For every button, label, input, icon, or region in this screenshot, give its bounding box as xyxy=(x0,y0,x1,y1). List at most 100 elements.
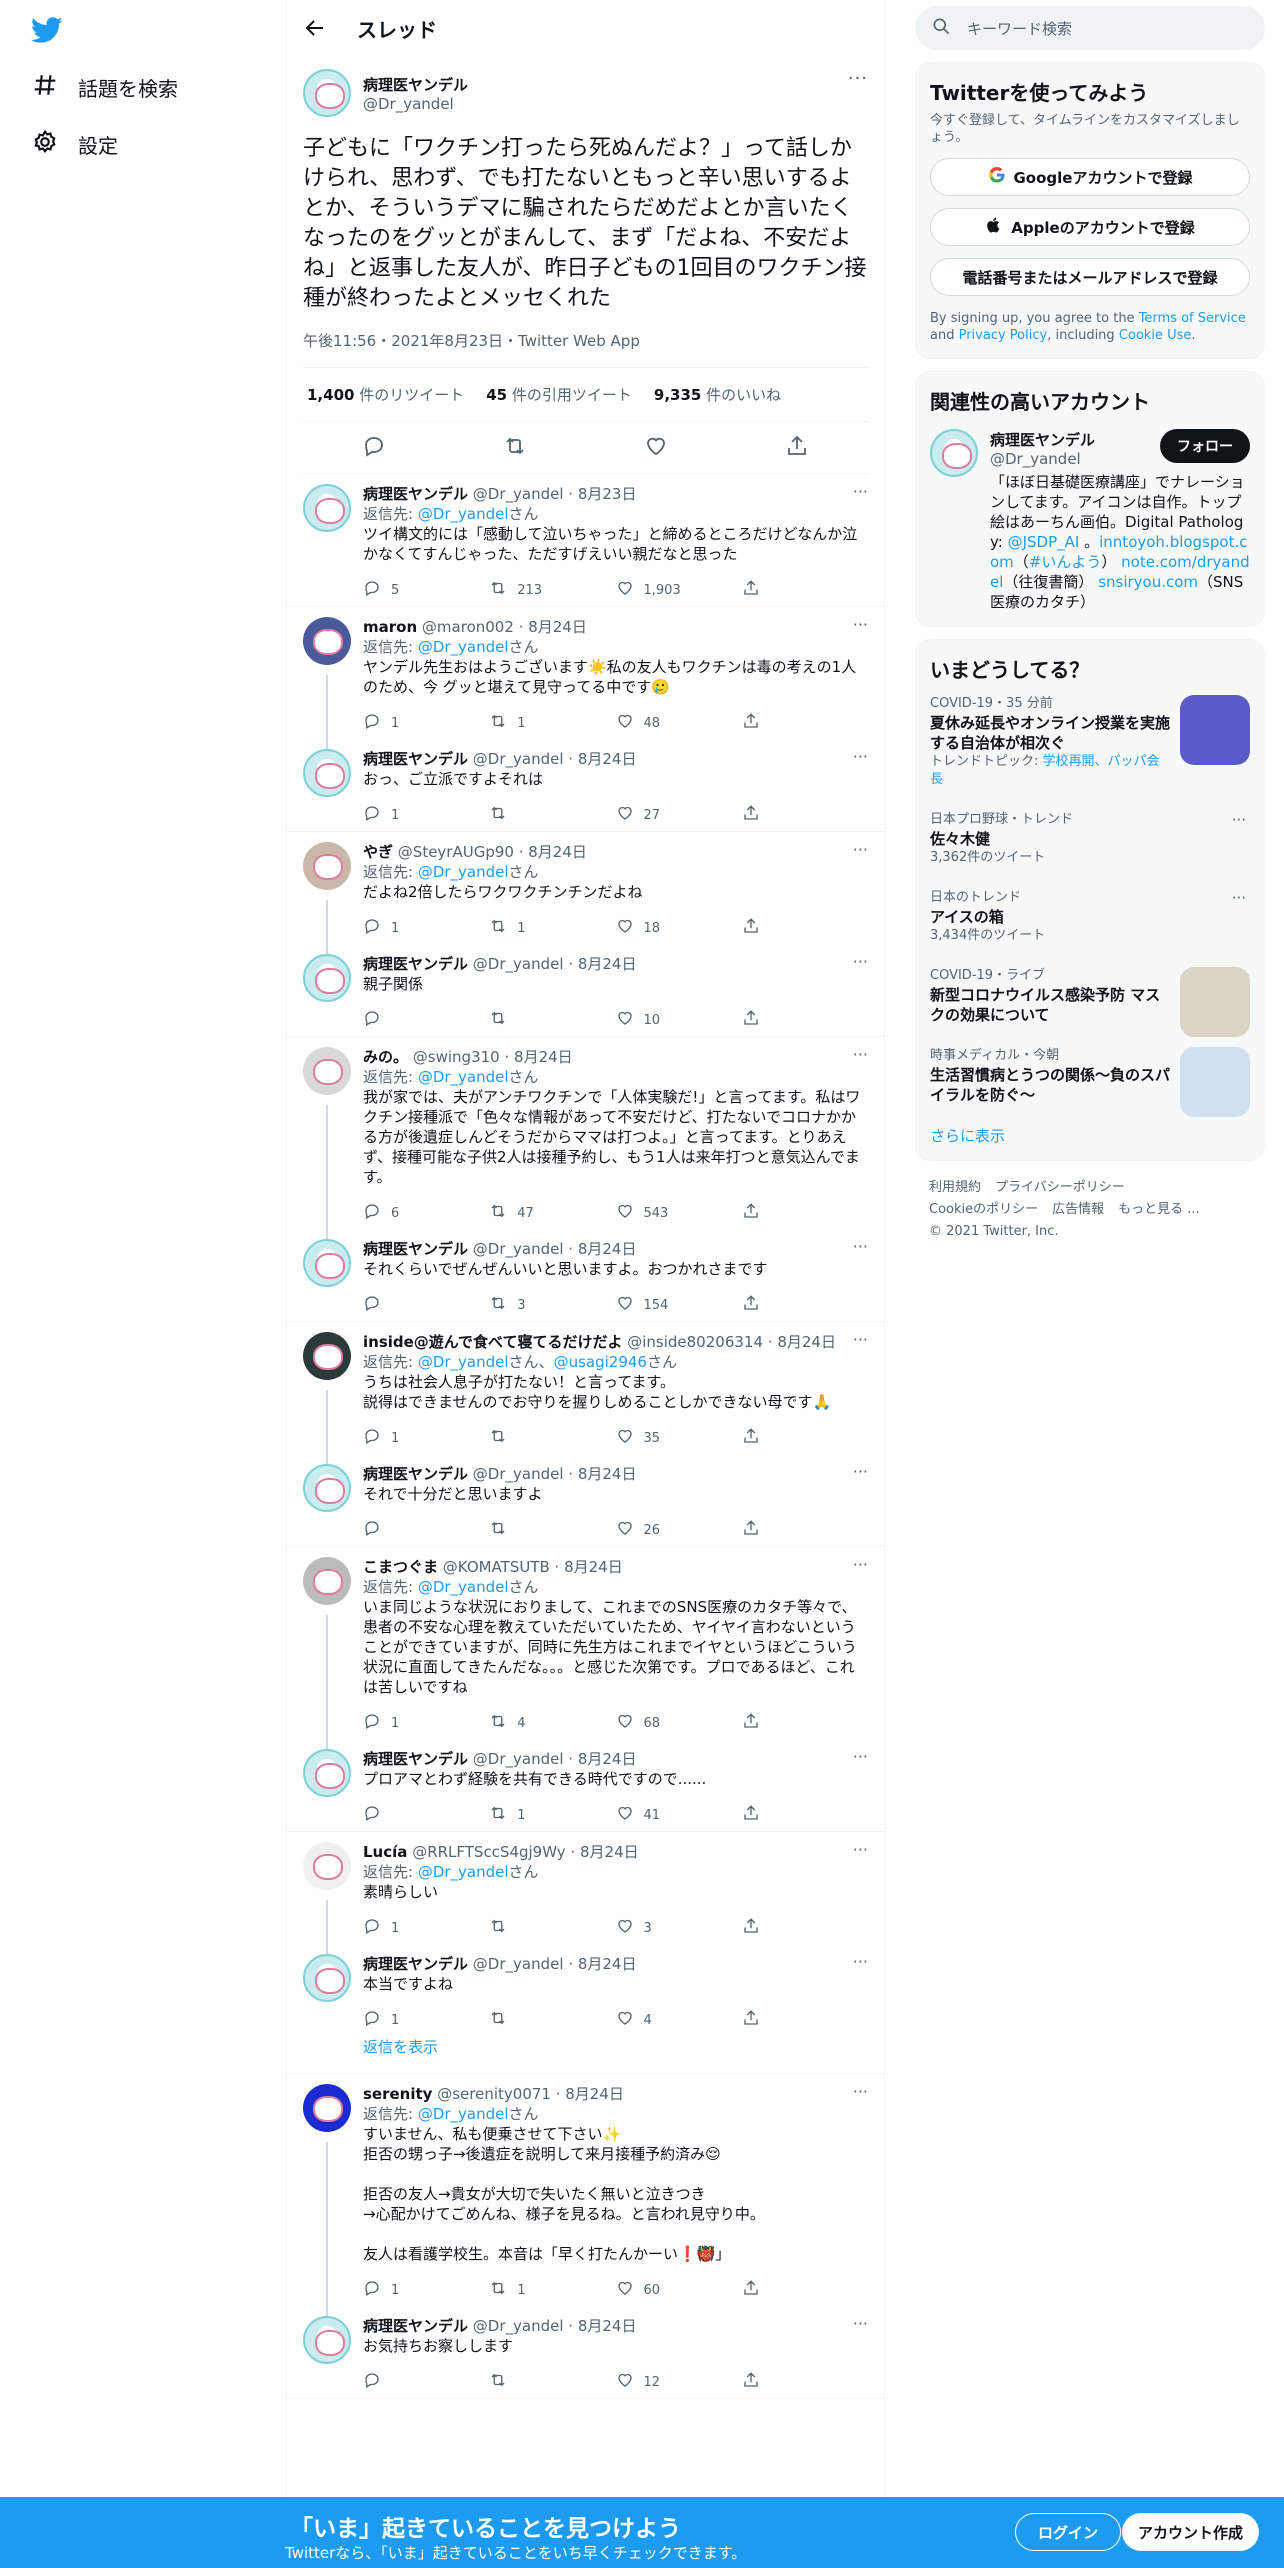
tweet-item[interactable]: 病理医ヤンデル @Dr_yandel · 8月24日 おっ、ご立派ですよそれは 1 2… xyxy=(287,739,884,832)
tweet-item[interactable]: serenity @serenity0071 · 8月24日 返信先: @Dr_y… xyxy=(287,2074,884,2316)
more-icon[interactable]: ··· xyxy=(853,615,868,634)
retweet-button[interactable] xyxy=(489,2371,615,2393)
trend-item[interactable]: 日本プロ野球・トレンド 佐々木健 3,362件のツイート ··· xyxy=(930,799,1250,877)
like-button[interactable]: 3 xyxy=(616,1917,742,1939)
phone-email-signup-button[interactable]: 電話番号またはメールアドレスで登録 xyxy=(930,258,1250,296)
retweet-button[interactable]: 1 xyxy=(489,1804,615,1826)
author-name[interactable]: 病理医ヤンデル xyxy=(363,1750,468,1768)
like-button[interactable]: 154 xyxy=(616,1294,742,1316)
search-input[interactable]: キーワード検索 xyxy=(915,6,1265,50)
related-account[interactable]: 病理医ヤンデル @Dr_yandel 「ほぼ日基礎医療講座」でナレーションしてま… xyxy=(930,429,1250,612)
reply-button[interactable] xyxy=(363,1294,489,1316)
login-button[interactable]: ログイン xyxy=(1015,2513,1121,2551)
tweet-item[interactable]: 病理医ヤンデル @Dr_yandel · 8月23日 返信先: @Dr_yande… xyxy=(287,474,884,607)
tweet-item[interactable]: Lucía @RRLFTSccS4gj9Wy · 8月24日 返信先: @Dr_y… xyxy=(287,1832,884,1954)
tweet-date[interactable]: 8月24日 xyxy=(578,1955,637,1973)
retweet-button[interactable] xyxy=(489,1519,615,1541)
tweet-date[interactable]: 8月24日 xyxy=(565,2085,624,2103)
author-name[interactable]: 病理医ヤンデル xyxy=(363,1955,468,1973)
author-name[interactable]: 病理医ヤンデル xyxy=(363,1240,468,1258)
tweet-item[interactable]: 病理医ヤンデル @Dr_yandel · 8月24日 親子関係 10 ··· xyxy=(287,944,884,1037)
footer-link[interactable]: プライバシーポリシー xyxy=(995,1180,1125,1195)
more-icon[interactable]: ··· xyxy=(853,1840,868,1859)
share-button[interactable] xyxy=(742,917,868,939)
retweet-button[interactable]: 1 xyxy=(489,917,615,939)
reply-button[interactable]: 5 xyxy=(363,579,489,601)
reply-to-link[interactable]: @Dr_yandel xyxy=(418,1353,509,1371)
tweet-date[interactable]: 8月24日 xyxy=(528,843,587,861)
signup-button[interactable]: アカウント作成 xyxy=(1122,2513,1259,2551)
tweet-date[interactable]: 8月24日 xyxy=(578,1465,637,1483)
tweet-date[interactable]: 8月24日 xyxy=(578,2317,637,2335)
reply-button[interactable]: 1 xyxy=(363,712,489,734)
retweet-button[interactable] xyxy=(489,1427,615,1449)
like-button[interactable]: 27 xyxy=(616,804,742,826)
share-button[interactable] xyxy=(742,1294,868,1316)
reply-button[interactable]: 1 xyxy=(363,804,489,826)
share-button[interactable] xyxy=(742,1009,868,1031)
tweet-item[interactable]: inside@遊んで食べて寝てるだけだよ @inside80206314 · 8… xyxy=(287,1322,884,1464)
retweet-button[interactable] xyxy=(489,2009,615,2031)
avatar[interactable] xyxy=(303,749,351,797)
tweet-date[interactable]: 8月24日 xyxy=(777,1333,836,1351)
tweet-date[interactable]: 8月24日 xyxy=(578,750,637,768)
tweet-item[interactable]: 病理医ヤンデル @Dr_yandel · 8月24日 それで十分だと思いますよ 26… xyxy=(287,1454,884,1547)
reply-icon[interactable] xyxy=(362,434,386,462)
avatar[interactable] xyxy=(303,2316,351,2364)
share-button[interactable] xyxy=(742,712,868,734)
reply-to-link[interactable]: @Dr_yandel xyxy=(418,863,509,881)
author-name[interactable]: 病理医ヤンデル xyxy=(363,485,468,503)
author-name[interactable]: maron xyxy=(363,618,417,636)
more-icon[interactable]: ··· xyxy=(853,482,868,501)
retweet-button[interactable]: 4 xyxy=(489,1712,615,1734)
tweet-date[interactable]: 8月23日 xyxy=(578,485,637,503)
share-button[interactable] xyxy=(742,1917,868,1939)
avatar[interactable] xyxy=(303,617,351,665)
share-button[interactable] xyxy=(742,1519,868,1541)
avatar[interactable] xyxy=(303,1464,351,1512)
author-name[interactable]: 病理医ヤンデル xyxy=(363,74,468,95)
author-name[interactable]: Lucía xyxy=(363,1843,407,1861)
retweet-button[interactable] xyxy=(489,1009,615,1031)
tweet-date[interactable]: 8月24日 xyxy=(578,1240,637,1258)
more-icon[interactable]: ··· xyxy=(853,1555,868,1574)
reply-button[interactable] xyxy=(363,1009,489,1031)
trend-item[interactable]: COVID-19・35 分前 夏休み延長やオンライン授業を実施する自治体が相次ぐト… xyxy=(930,683,1250,799)
footer-link[interactable]: 広告情報 xyxy=(1052,1202,1104,1217)
reply-to-link[interactable]: @usagi2946 xyxy=(554,1353,647,1371)
reply-to-link[interactable]: @Dr_yandel xyxy=(418,1578,509,1596)
trend-item[interactable]: 日本のトレンド アイスの箱 3,434件のツイート ··· xyxy=(930,877,1250,955)
share-button[interactable] xyxy=(742,2279,868,2301)
show-replies-link[interactable]: 返信を表示 xyxy=(287,2036,884,2074)
more-icon[interactable]: ··· xyxy=(853,1747,868,1766)
like-button[interactable]: 543 xyxy=(616,1202,742,1224)
reply-to-link[interactable]: @Dr_yandel xyxy=(418,505,509,523)
avatar[interactable] xyxy=(303,1842,351,1890)
follow-button[interactable]: フォロー xyxy=(1160,429,1250,463)
avatar[interactable] xyxy=(303,1954,351,2002)
more-icon[interactable]: ··· xyxy=(853,952,868,971)
footer-link[interactable]: Cookieのポリシー xyxy=(929,1202,1038,1217)
author-name[interactable]: 病理医ヤンデル xyxy=(363,955,468,973)
tweet-date[interactable]: 8月24日 xyxy=(528,618,587,636)
show-more-link[interactable]: さらに表示 xyxy=(930,1115,1250,1146)
like-stat[interactable]: 9,335 件のいいね xyxy=(654,384,781,405)
privacy-link[interactable]: Privacy Policy xyxy=(959,328,1048,343)
author-name[interactable]: 病理医ヤンデル xyxy=(363,2317,468,2335)
avatar[interactable] xyxy=(303,1239,351,1287)
retweet-button[interactable] xyxy=(489,804,615,826)
like-button[interactable]: 68 xyxy=(616,1712,742,1734)
more-icon[interactable]: ··· xyxy=(1232,889,1246,907)
back-arrow-icon[interactable] xyxy=(303,16,327,40)
avatar[interactable] xyxy=(303,842,351,890)
apple-signup-button[interactable]: Appleのアカウントで登録 xyxy=(930,208,1250,246)
avatar[interactable] xyxy=(303,1557,351,1605)
more-icon[interactable]: ··· xyxy=(853,2314,868,2333)
retweet-button[interactable] xyxy=(489,1917,615,1939)
share-button[interactable] xyxy=(742,2371,868,2393)
share-button[interactable] xyxy=(742,1427,868,1449)
tweet-item[interactable]: やぎ @SteyrAUGp90 · 8月24日 返信先: @Dr_yandelさん… xyxy=(287,832,884,954)
reply-button[interactable]: 1 xyxy=(363,2009,489,2031)
reply-button[interactable]: 6 xyxy=(363,1202,489,1224)
tweet-item[interactable]: maron @maron002 · 8月24日 返信先: @Dr_yandelさん… xyxy=(287,607,884,749)
